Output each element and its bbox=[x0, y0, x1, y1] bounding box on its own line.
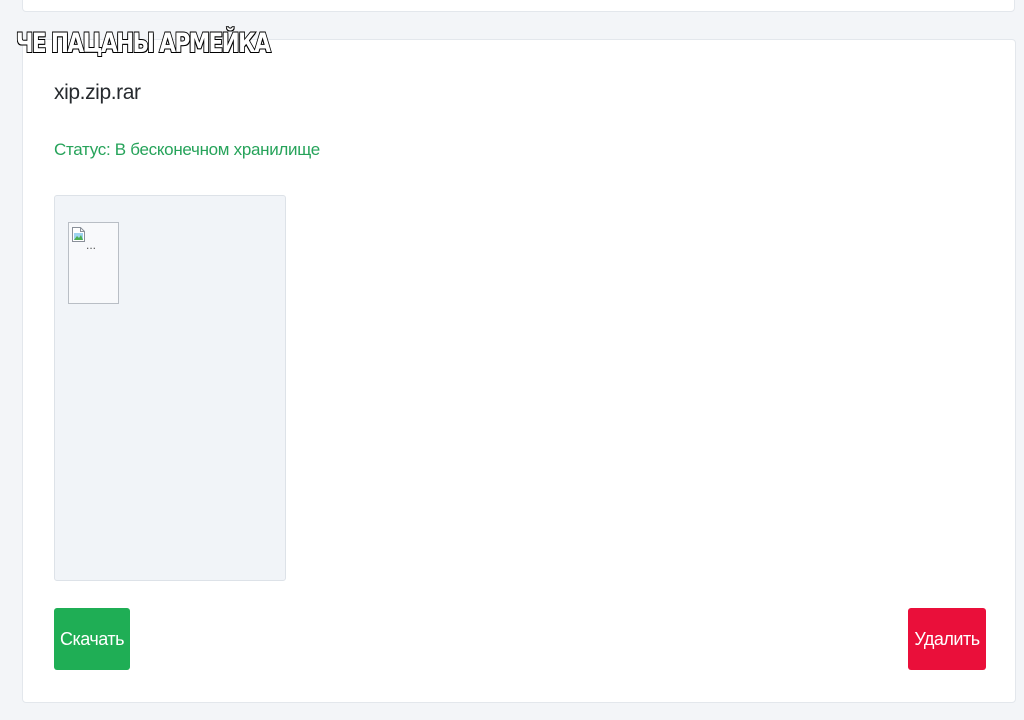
watermark-caption: ЧЕ ПАЦАНЫ АРМЕЙКА bbox=[15, 27, 272, 60]
file-status: Статус: В бесконечном хранилище bbox=[54, 140, 320, 159]
download-button[interactable]: Скачать bbox=[54, 608, 130, 670]
file-name: xip.zip.rar bbox=[54, 81, 141, 104]
page: ЧЕ ПАЦАНЫ АРМЕЙКА xip.zip.rar Статус: В … bbox=[0, 0, 1024, 720]
delete-button[interactable]: Удалить bbox=[908, 608, 986, 670]
file-preview-image[interactable]: ... bbox=[68, 222, 119, 304]
previous-file-card bbox=[22, 0, 1015, 12]
preview-alt-text: ... bbox=[86, 238, 97, 252]
broken-image-icon bbox=[72, 227, 85, 242]
